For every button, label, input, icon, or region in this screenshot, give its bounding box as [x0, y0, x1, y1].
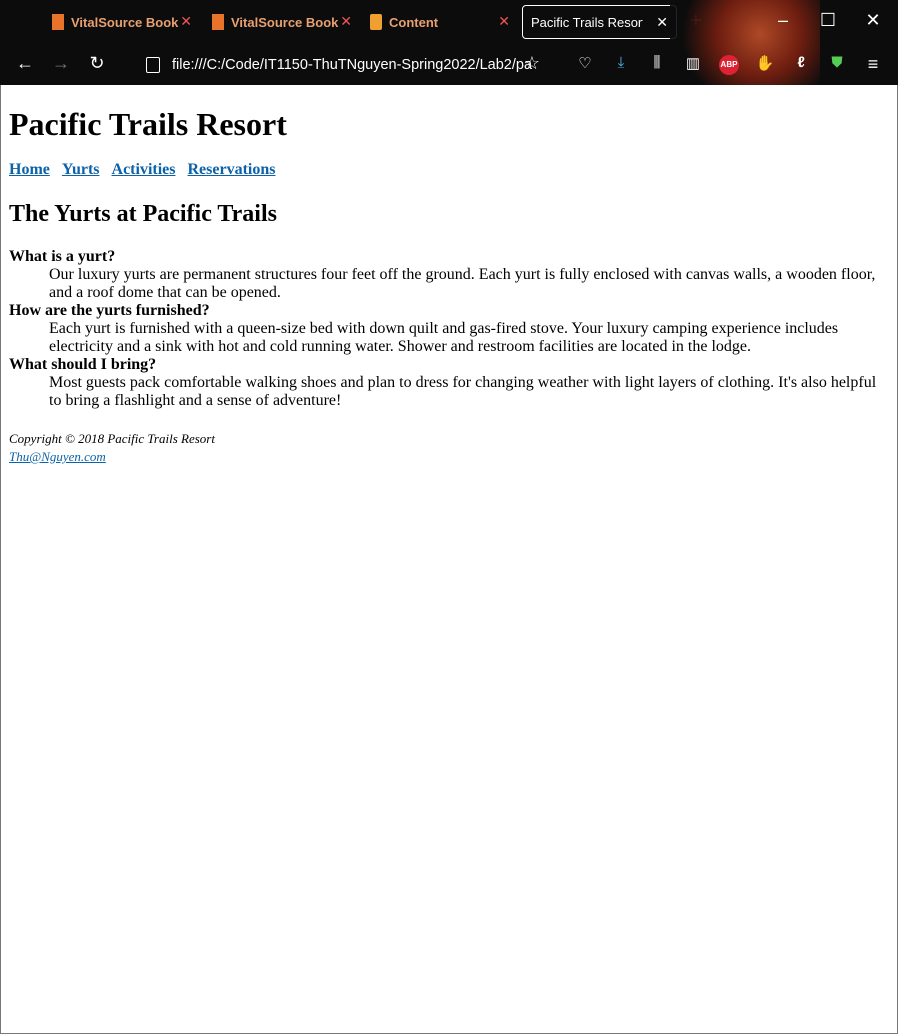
- reload-icon[interactable]: ↻: [85, 53, 109, 74]
- back-arrow-icon[interactable]: ←: [13, 53, 37, 74]
- faq-question: How are the yurts furnished?: [9, 302, 210, 319]
- menu-icon[interactable]: ≡: [862, 54, 884, 75]
- pocket-icon[interactable]: ♡: [574, 54, 596, 72]
- languagetool-icon[interactable]: ℓ: [790, 54, 812, 71]
- vitalsource-icon: [52, 14, 64, 30]
- close-tab-icon[interactable]: ✕: [656, 14, 668, 31]
- url-text[interactable]: file:///C:/Code/IT1150-ThuTNguyen-Spring…: [172, 57, 532, 73]
- reader-view-icon[interactable]: ▥: [682, 54, 704, 72]
- nav-activities[interactable]: Activities: [112, 161, 176, 178]
- nav-home[interactable]: Home: [9, 161, 50, 178]
- tab-bar: VitalSource Bookshelf ✕ VitalSource Book…: [0, 0, 898, 85]
- navigation-toolbar: ← → ↻ file:///C:/Code/IT1150-ThuTNguyen-…: [0, 44, 898, 85]
- faq-answer: Each yurt is furnished with a queen-size…: [49, 320, 839, 355]
- page-title: Pacific Trails Resort: [9, 106, 287, 142]
- faq-question: What should I bring?: [9, 356, 157, 373]
- page-footer: Copyright © 2018 Pacific Trails Resort T…: [9, 430, 889, 466]
- hand-stop-icon[interactable]: ✋: [754, 54, 776, 72]
- tab-pacific-trails[interactable]: Pacific Trails Resort :: Yurts ✕: [522, 5, 677, 39]
- page-icon: [146, 57, 160, 73]
- browser-chrome: VitalSource Bookshelf ✕ VitalSource Book…: [0, 0, 898, 85]
- minimize-icon[interactable]: –: [768, 10, 798, 31]
- close-tab-icon[interactable]: ✕: [498, 13, 510, 30]
- pencil-icon: [370, 14, 382, 30]
- section-heading: The Yurts at Pacific Trails: [9, 201, 277, 227]
- faq-answer: Our luxury yurts are permanent structure…: [49, 266, 876, 301]
- library-icon[interactable]: ⫼: [646, 54, 668, 71]
- nav-reservations[interactable]: Reservations: [188, 161, 276, 178]
- window-close-icon[interactable]: ✕: [858, 10, 888, 31]
- close-tab-icon[interactable]: ✕: [180, 13, 192, 30]
- bookmark-star-icon[interactable]: ☆: [521, 53, 543, 74]
- forward-arrow-icon[interactable]: →: [49, 53, 73, 74]
- nav-yurts[interactable]: Yurts: [62, 161, 100, 178]
- address-bar[interactable]: file:///C:/Code/IT1150-ThuTNguyen-Spring…: [140, 52, 550, 78]
- email-link[interactable]: Thu@Nguyen.com: [9, 449, 106, 464]
- adblock-plus-icon[interactable]: ABP: [719, 55, 739, 75]
- close-tab-icon[interactable]: ✕: [340, 13, 352, 30]
- download-icon[interactable]: ⤓: [610, 54, 632, 71]
- maximize-icon[interactable]: ☐: [813, 10, 843, 31]
- faq-question: What is a yurt?: [9, 248, 116, 265]
- tab-vitalsource-2[interactable]: VitalSource Bookshelf ✕: [212, 5, 352, 39]
- site-nav: Home Yurts Activities Reservations: [9, 161, 889, 179]
- faq-answer: Most guests pack comfortable walking sho…: [49, 374, 877, 409]
- tab-content[interactable]: Content ✕: [370, 5, 510, 39]
- copyright-text: Copyright © 2018 Pacific Trails Resort: [9, 431, 215, 446]
- vitalsource-icon: [212, 14, 224, 30]
- tab-vitalsource-1[interactable]: VitalSource Bookshelf ✕: [52, 5, 192, 39]
- faq-list: What is a yurt? Our luxury yurts are per…: [9, 248, 889, 410]
- page-content: Pacific Trails Resort Home Yurts Activitie…: [9, 85, 889, 466]
- shield-icon[interactable]: ⛊: [826, 54, 848, 71]
